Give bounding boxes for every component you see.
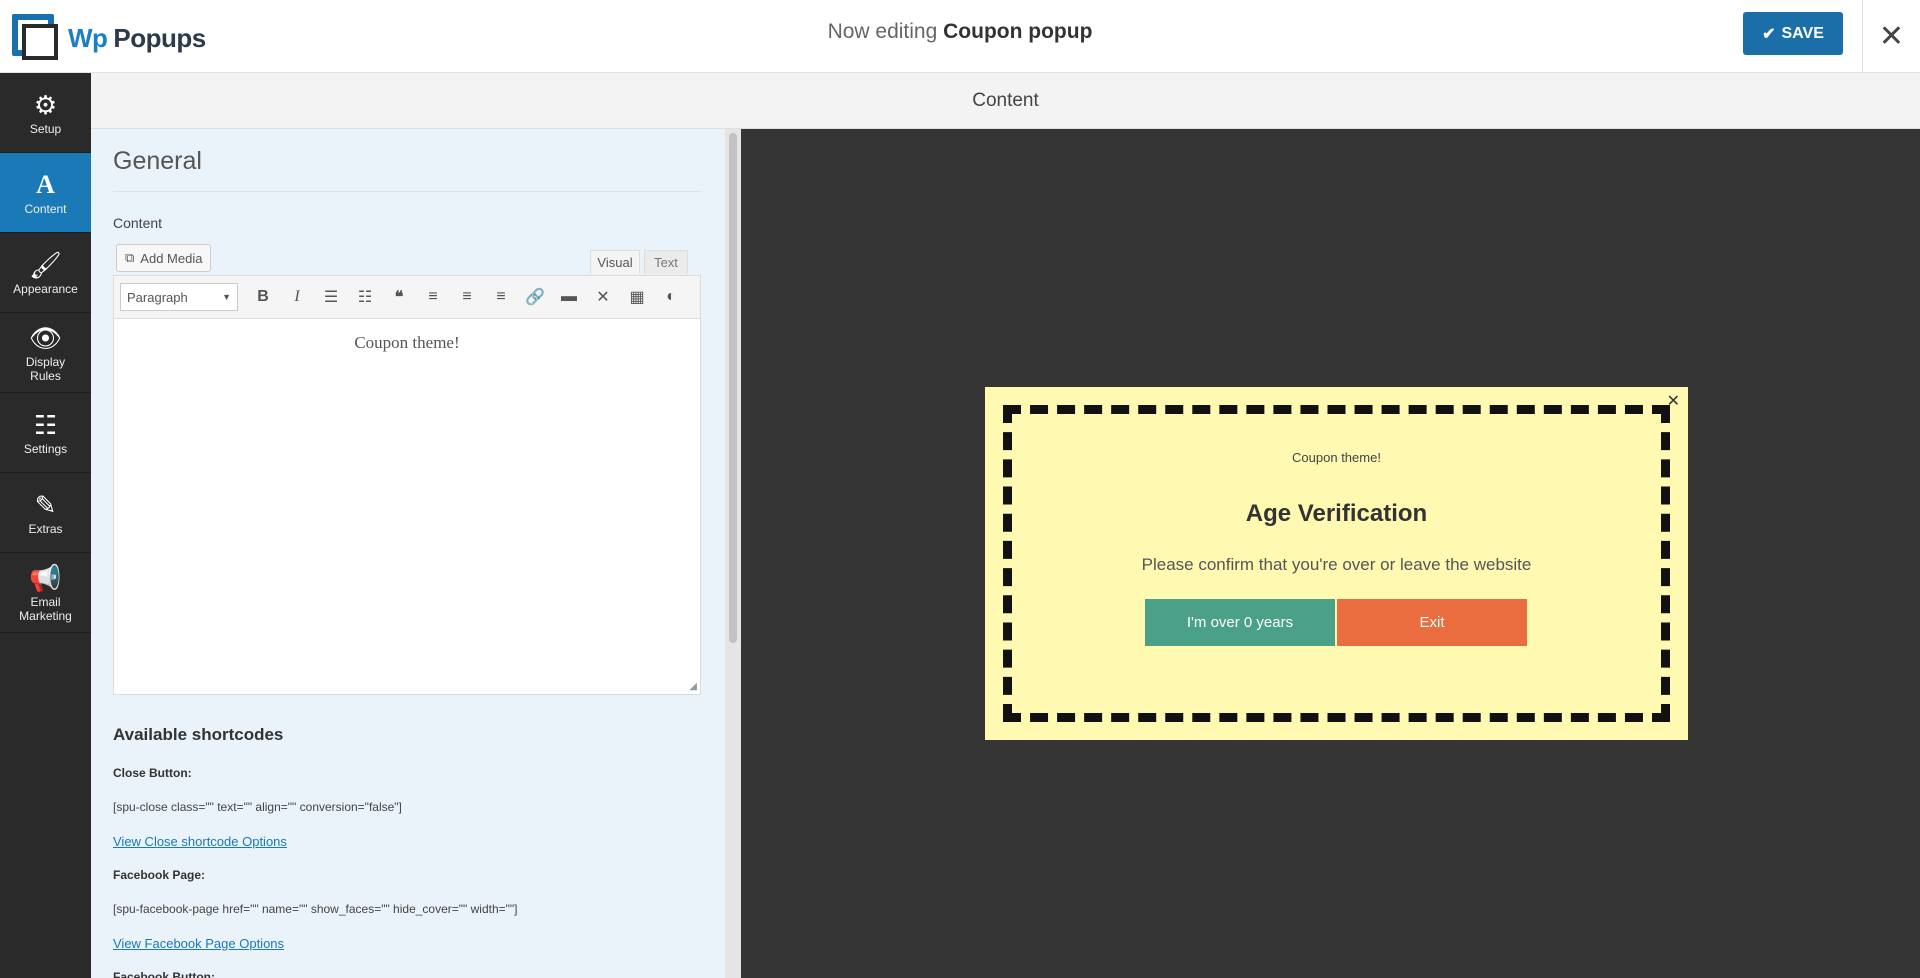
sidebar-item-email-marketing[interactable]: 📢 Email Marketing [0,553,91,633]
sidebar-item-setup[interactable]: ⚙ Setup [0,73,91,153]
top-bar: Wp Popups Now editing Coupon popup ✔ SAVE… [0,0,1920,73]
panel-title: General [113,147,202,175]
sidebar: ⚙ Setup A Content 🖌 Appearance 👁 Display… [0,73,91,978]
magic-wand-icon: ✎ [34,489,57,520]
sidebar-item-label: Content [24,201,67,216]
sidebar-item-label: Setup [29,121,62,136]
align-right-icon[interactable]: ≡ [484,282,518,312]
divider [113,191,701,192]
toolbar-toggle-icon[interactable]: ▦ [620,282,654,312]
close-button-label: Close Button: [113,766,192,780]
gear-icon: ⚙ [33,89,58,120]
content-settings-panel: General Content ⧉ Add Media Visual Text … [91,129,725,978]
facebook-page-options-link[interactable]: View Facebook Page Options [113,936,284,951]
save-button[interactable]: ✔ SAVE [1743,12,1843,55]
caret-down-icon: ▼ [222,292,231,302]
popup-heading: Age Verification [1245,500,1428,527]
read-more-icon[interactable]: ▬ [552,282,586,312]
font-a-icon: A [36,169,55,199]
align-left-icon[interactable]: ≡ [416,282,450,312]
check-icon: ✔ [1762,25,1776,43]
bullet-list-icon[interactable]: ☰ [314,282,348,312]
confirm-age-button[interactable]: I'm over 0 years [1145,599,1335,646]
link-icon[interactable]: 🔗 [518,282,552,312]
save-button-label: SAVE [1781,24,1824,42]
sidebar-item-display-rules[interactable]: 👁 Display Rules [0,313,91,393]
sidebar-item-label: Appearance [13,281,78,296]
facebook-page-label: Facebook Page: [113,868,206,882]
numbered-list-icon[interactable]: ☷ [348,282,382,312]
add-media-label: Add Media [140,250,203,266]
content-field-label: Content [113,215,163,231]
sidebar-item-content[interactable]: A Content [0,153,91,233]
brush-icon: 🖌 [28,249,62,280]
section-title: Content [91,73,1920,129]
facebook-page-code: [spu-facebook-page href="" name="" show_… [113,902,518,916]
blockquote-icon[interactable]: ❝ [382,282,416,312]
bold-icon[interactable]: B [246,282,280,312]
popup-preview: ✕ Coupon theme! Age Verification Please … [985,387,1688,740]
exit-button[interactable]: Exit [1337,599,1527,646]
content-editor[interactable]: Paragraph ▼ B I ☰ ☷ ❝ ≡ ≡ ≡ 🔗 ▬ ✕ ▦ ◐ Co… [113,275,701,695]
format-select[interactable]: Paragraph ▼ [120,283,238,311]
sidebar-item-label: Extras [28,521,63,536]
sidebar-item-appearance[interactable]: 🖌 Appearance [0,233,91,313]
editing-popup-name: Coupon popup [943,20,1093,43]
add-media-button[interactable]: ⧉ Add Media [116,244,212,272]
sidebar-item-settings[interactable]: ☷ Settings [0,393,91,473]
media-icon: ⧉ [125,250,135,265]
sidebar-item-label: Email Marketing [19,594,72,623]
panel-scrollbar[interactable] [725,129,741,978]
editing-title: Now editing Coupon popup [0,20,1920,44]
sidebar-item-extras[interactable]: ✎ Extras [0,473,91,553]
resize-handle-icon[interactable]: ◢ [689,681,697,692]
tab-visual[interactable]: Visual [590,250,640,274]
editing-prefix: Now editing [827,20,938,43]
close-options-link[interactable]: View Close shortcode Options [113,834,287,849]
shortcodes-title: Available shortcodes [113,725,284,744]
popup-close-icon[interactable]: ✕ [1667,391,1680,411]
sliders-icon: ☷ [33,409,58,440]
facebook-button-label: Facebook Button: [113,970,215,978]
editor-content[interactable]: Coupon theme! [114,319,700,367]
sidebar-item-label: Settings [23,441,68,456]
sidebar-item-label: Display Rules [25,354,66,383]
fullscreen-icon[interactable]: ✕ [586,282,620,312]
popup-text: Please confirm that you're over or leave… [1141,555,1532,574]
tab-text[interactable]: Text [644,250,688,274]
scrollbar-thumb[interactable] [729,133,737,643]
shortcode-icon[interactable]: ◐ [654,282,688,312]
close-editor-icon[interactable]: ✕ [1862,0,1920,73]
align-center-icon[interactable]: ≡ [450,282,484,312]
close-button-code: [spu-close class="" text="" align="" con… [113,800,402,814]
megaphone-icon: 📢 [29,562,62,593]
editor-toolbar: Paragraph ▼ B I ☰ ☷ ❝ ≡ ≡ ≡ 🔗 ▬ ✕ ▦ ◐ [114,276,700,319]
italic-icon[interactable]: I [280,282,314,312]
popup-small-text: Coupon theme! [1292,450,1381,465]
eye-icon: 👁 [28,322,62,353]
format-select-value: Paragraph [127,289,188,305]
